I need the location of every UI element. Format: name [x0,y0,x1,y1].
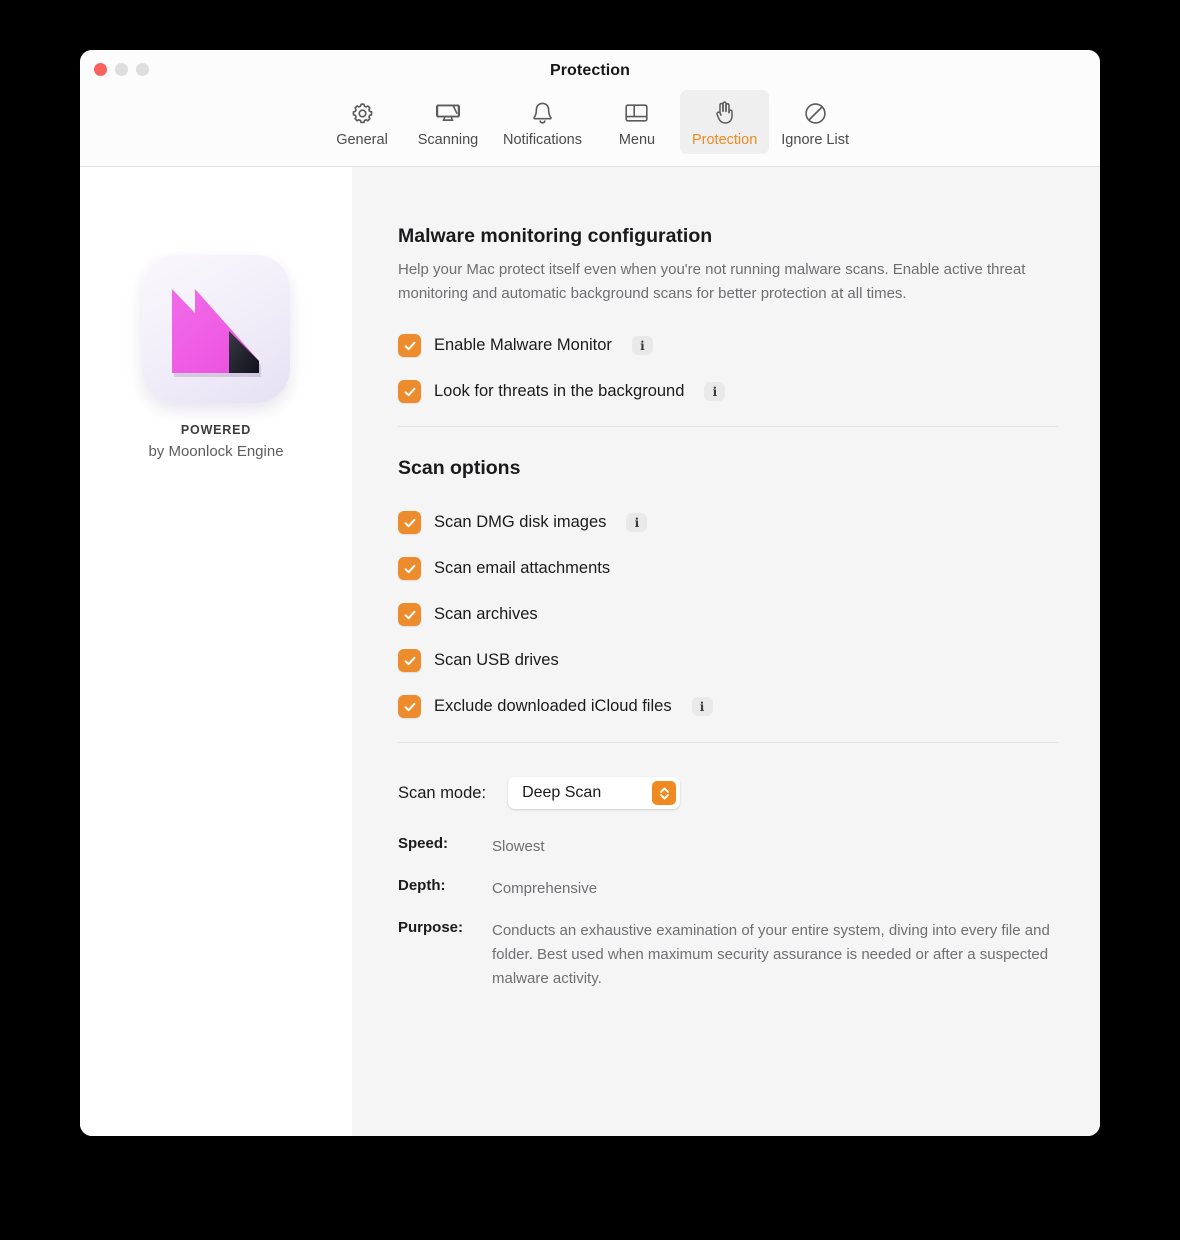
info-icon[interactable]: i [631,336,653,355]
scan-options-title: Scan options [398,457,521,479]
gear-icon [347,98,377,128]
checkbox-checked-icon[interactable] [398,695,421,718]
detail-purpose: Purpose: Conducts an exhaustive examinat… [398,919,1076,991]
checkbox-checked-icon[interactable] [398,380,421,403]
checkbox-checked-icon[interactable] [398,649,421,672]
detail-speed: Speed: Slowest [398,835,1076,859]
tab-protection[interactable]: Protection [679,90,770,154]
option-label: Scan DMG disk images [434,513,607,531]
section-divider [398,426,1058,427]
moonlock-logo-icon [142,255,290,403]
chevron-up-down-icon[interactable] [652,781,677,805]
scan-mode-selected-value: Deep Scan [522,784,602,801]
checkbox-checked-icon[interactable] [398,603,421,626]
info-icon[interactable]: i [704,382,726,401]
tab-ignore-list[interactable]: Ignore List [769,90,861,154]
option-label: Look for threats in the background [434,382,685,400]
detail-key: Depth: [398,877,446,894]
detail-value: Slowest [492,838,545,855]
option-enable-malware-monitor[interactable]: Enable Malware Monitor i [398,334,1076,357]
info-icon[interactable]: i [626,513,648,532]
toolbar-tabs: General Scanning Notifications Menu Prot… [80,90,1100,154]
detail-key: Purpose: [398,919,464,936]
bell-icon [527,98,557,128]
tab-menu-label: Menu [618,132,656,148]
engine-label: by Moonlock Engine [148,443,284,460]
tab-notifications-label: Notifications [503,132,582,148]
monitor-scan-icon [433,98,463,128]
detail-value: Comprehensive [492,880,598,897]
window-title: Protection [549,62,631,79]
info-icon[interactable]: i [691,697,713,716]
main-content: Malware monitoring configuration Help yo… [352,167,1100,1136]
sidebar: POWERED by Moonlock Engine [80,167,352,1136]
tab-menu[interactable]: Menu [594,90,680,154]
scan-mode-row: Scan mode: Deep Scan [398,777,1076,809]
option-label: Enable Malware Monitor [434,336,612,354]
option-look-for-threats-background[interactable]: Look for threats in the background i [398,380,1076,403]
detail-value: Conducts an exhaustive examination of yo… [492,922,1050,987]
tab-notifications[interactable]: Notifications [491,90,594,154]
tab-general-label: General [336,132,388,148]
scan-mode-label: Scan mode: [398,783,487,802]
checkbox-checked-icon[interactable] [398,511,421,534]
option-label: Exclude downloaded iCloud files [434,697,672,715]
powered-label: POWERED [180,423,252,437]
section-divider [398,742,1058,743]
sidebar-layout-icon [622,98,652,128]
option-scan-archives[interactable]: Scan archives [398,603,1076,626]
detail-depth: Depth: Comprehensive [398,877,1076,901]
page-description: Help your Mac protect itself even when y… [398,261,1026,302]
option-exclude-downloaded-icloud-files[interactable]: Exclude downloaded iCloud files i [398,695,1076,718]
option-label: Scan email attachments [434,559,611,577]
detail-key: Speed: [398,835,449,852]
tab-ignore-list-label: Ignore List [781,132,849,148]
option-label: Scan USB drives [434,651,559,669]
tab-general[interactable]: General [319,90,405,154]
tab-scanning[interactable]: Scanning [405,90,491,154]
tab-protection-label: Protection [691,132,758,148]
option-label: Scan archives [434,605,538,623]
scan-mode-select[interactable]: Deep Scan [508,777,681,809]
no-entry-icon [800,98,830,128]
option-scan-dmg-disk-images[interactable]: Scan DMG disk images i [398,511,1076,534]
option-scan-email-attachments[interactable]: Scan email attachments [398,557,1076,580]
window-body: POWERED by Moonlock Engine Malware monit… [80,167,1100,1136]
checkbox-checked-icon[interactable] [398,334,421,357]
option-scan-usb-drives[interactable]: Scan USB drives [398,649,1076,672]
window-titlebar: Protection General Scanning Notification… [80,50,1100,167]
checkbox-checked-icon[interactable] [398,557,421,580]
page-title: Malware monitoring configuration [398,225,713,247]
hand-icon [710,98,740,128]
tab-scanning-label: Scanning [417,132,479,148]
app-window: Protection General Scanning Notification… [80,50,1100,1136]
